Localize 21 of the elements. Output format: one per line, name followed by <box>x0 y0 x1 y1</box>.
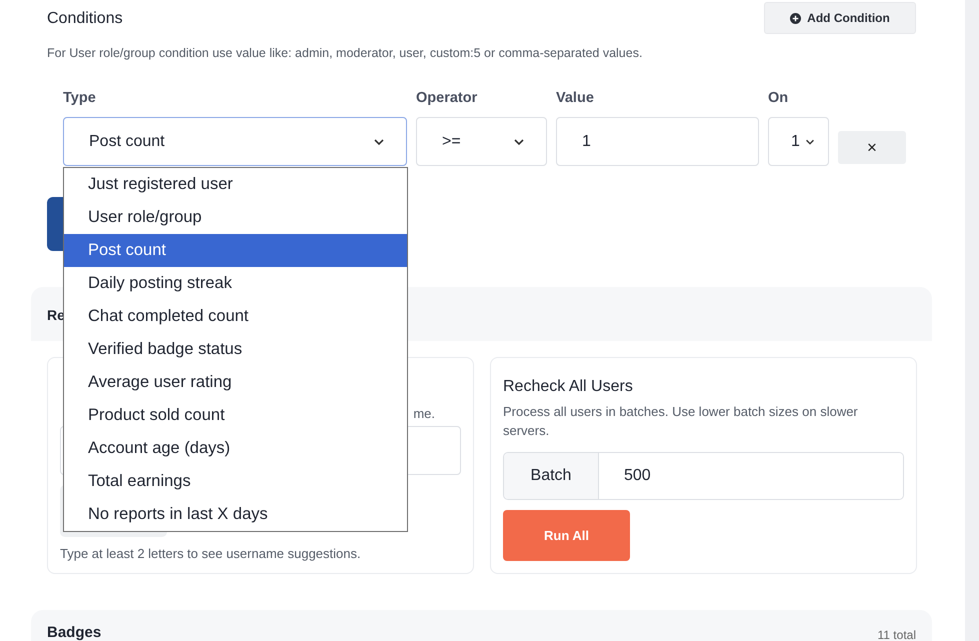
batch-label: Batch <box>504 453 599 499</box>
column-label: On <box>768 90 790 108</box>
section-title: Badges <box>47 624 102 641</box>
on-select[interactable]: 1 <box>768 117 829 166</box>
value-field[interactable]: 1 <box>556 117 759 166</box>
card-description: Process all users in batches. Use lower batch sizes on slower servers. <box>503 403 859 440</box>
card-title: Recheck All Users <box>503 378 634 396</box>
description-text: me. <box>413 406 435 421</box>
dropdown-option[interactable]: Post count <box>64 234 407 267</box>
hint-text: Type at least 2 letters to see username suggestions. <box>60 546 362 561</box>
operator-select[interactable]: >= <box>416 117 547 166</box>
plus-circle-icon <box>790 12 802 24</box>
remove-button[interactable]: × <box>838 131 906 164</box>
section-title: Conditions <box>47 10 123 28</box>
help-text: For User role/group condition use value like: admin, moderator, user, custom:5 or comma-separated values. <box>47 46 644 60</box>
column-label: Value <box>556 90 595 108</box>
add-condition-button[interactable]: Add Condition <box>764 2 916 34</box>
badge-count: 11 total <box>878 628 916 641</box>
column-label: Operator <box>416 90 478 108</box>
column-label: Type <box>63 90 97 108</box>
batch-input-group[interactable]: Batch 500 <box>503 452 904 500</box>
